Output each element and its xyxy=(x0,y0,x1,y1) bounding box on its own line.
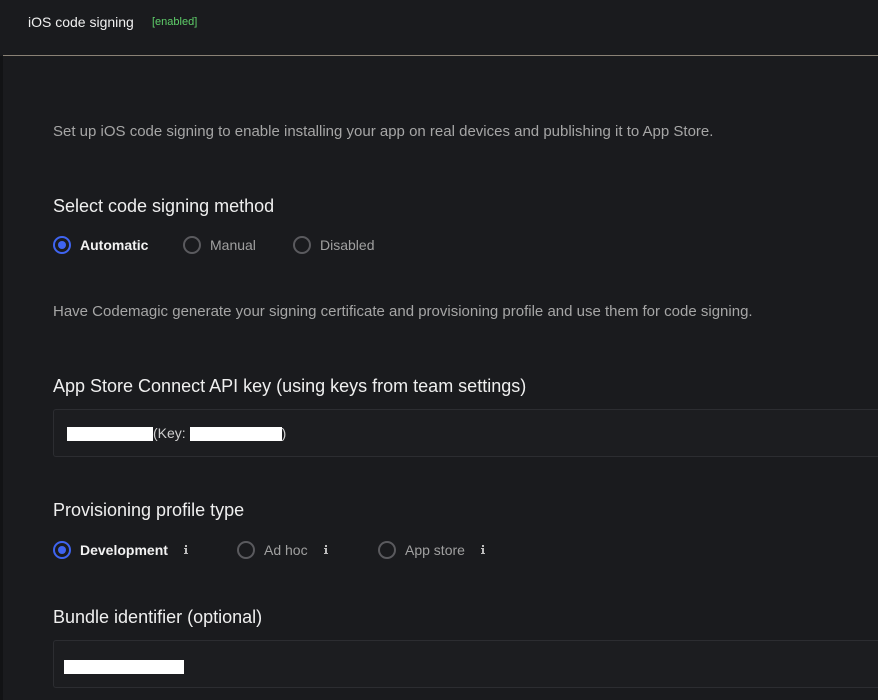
radio-label: Disabled xyxy=(320,237,375,253)
radio-button[interactable] xyxy=(237,541,255,559)
bundle-id-title: Bundle identifier (optional) xyxy=(53,607,263,627)
bundle-id-value xyxy=(64,658,184,675)
key-prefix: (Key: xyxy=(153,425,190,441)
radio-ad-hoc[interactable]: Ad hoc xyxy=(237,537,332,563)
ios-code-signing-panel: iOS code signing [enabled] Set up iOS co… xyxy=(0,0,878,700)
redacted-key-id xyxy=(189,427,282,442)
radio-label: App store xyxy=(405,542,465,558)
info-icon[interactable] xyxy=(479,543,489,557)
radio-button[interactable] xyxy=(183,236,201,254)
header-divider xyxy=(3,55,878,56)
radio-button[interactable] xyxy=(293,236,311,254)
info-icon[interactable] xyxy=(322,543,332,557)
left-edge-bar xyxy=(0,0,3,700)
radio-label: Manual xyxy=(210,237,256,253)
radio-button-checked[interactable] xyxy=(53,541,71,559)
radio-disabled[interactable]: Disabled xyxy=(293,232,374,258)
api-key-select[interactable]: (Key: ) xyxy=(53,409,878,457)
section-header[interactable]: iOS code signing [enabled] xyxy=(0,0,878,56)
radio-development[interactable]: Development xyxy=(53,537,192,563)
redacted-key-name xyxy=(67,427,153,442)
radio-label: Automatic xyxy=(80,237,149,253)
section-title: iOS code signing xyxy=(28,14,134,30)
api-key-value: (Key: ) xyxy=(67,425,287,442)
signing-method-description: Have Codemagic generate your signing cer… xyxy=(53,303,753,320)
info-icon[interactable] xyxy=(182,543,192,557)
radio-label: Ad hoc xyxy=(264,542,308,558)
bundle-id-input[interactable] xyxy=(53,640,878,688)
radio-automatic[interactable]: Automatic xyxy=(53,232,148,258)
key-suffix: ) xyxy=(281,425,287,441)
api-key-title: App Store Connect API key (using keys fr… xyxy=(53,376,527,396)
signing-method-title: Select code signing method xyxy=(53,196,275,216)
redacted-bundle-id xyxy=(64,660,184,675)
intro-text: Set up iOS code signing to enable instal… xyxy=(53,123,714,140)
radio-app-store[interactable]: App store xyxy=(378,537,489,563)
radio-label: Development xyxy=(80,542,168,558)
status-badge: [enabled] xyxy=(152,16,198,28)
radio-button[interactable] xyxy=(378,541,396,559)
radio-manual[interactable]: Manual xyxy=(183,232,256,258)
radio-button-checked[interactable] xyxy=(53,236,71,254)
provisioning-title: Provisioning profile type xyxy=(53,500,245,520)
